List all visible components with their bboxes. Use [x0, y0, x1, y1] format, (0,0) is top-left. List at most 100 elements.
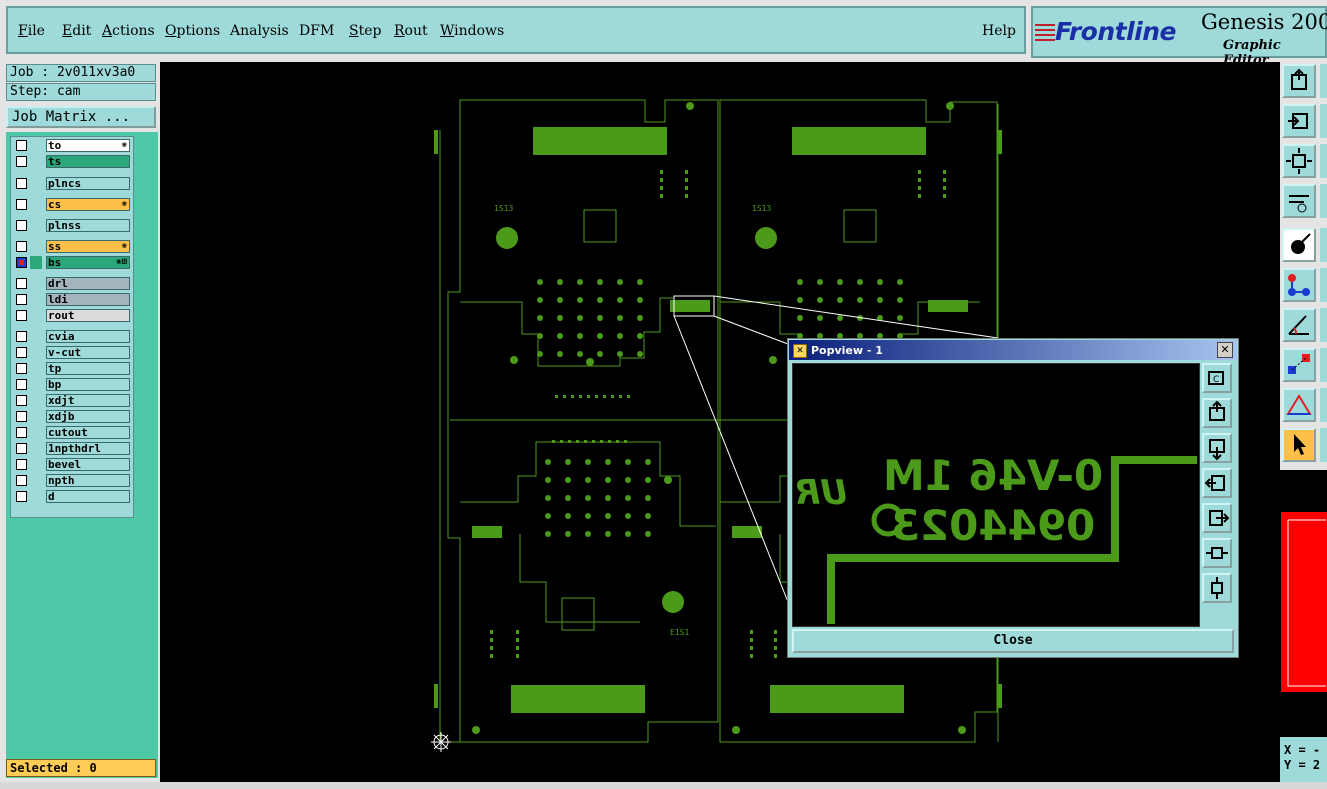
layer-checkbox[interactable]: [16, 411, 27, 422]
layer-row-drl[interactable]: drl: [14, 277, 132, 291]
layer-name[interactable]: d: [46, 490, 130, 503]
layer-row-cvia[interactable]: cvia: [14, 330, 132, 344]
popview-right-button[interactable]: [1202, 503, 1232, 533]
layer-checkbox[interactable]: [16, 443, 27, 454]
popview-left-button[interactable]: [1202, 468, 1232, 498]
layer-row-cutout[interactable]: cutout: [14, 426, 132, 440]
layer-name[interactable]: xdjt: [46, 394, 130, 407]
layer-name[interactable]: cs ❀: [46, 198, 130, 211]
layer-name[interactable]: cutout: [46, 426, 130, 439]
layer-row-to[interactable]: to ❀: [14, 139, 132, 153]
layer-checkbox[interactable]: [16, 278, 27, 289]
layer-row-cs[interactable]: cs ❀: [14, 198, 132, 212]
layer-checkbox[interactable]: [16, 475, 27, 486]
menu-step[interactable]: Step: [349, 23, 381, 39]
layer-checkbox[interactable]: [16, 220, 27, 231]
menu-options[interactable]: Options: [165, 23, 220, 39]
net-tool-button[interactable]: [1282, 268, 1316, 302]
layer-name[interactable]: bs ❀⊞: [46, 256, 130, 269]
overview-minimap[interactable]: [1280, 470, 1327, 735]
layer-name[interactable]: bevel: [46, 458, 130, 471]
layer-checkbox[interactable]: [16, 363, 27, 374]
layer-name[interactable]: plnss: [46, 219, 130, 232]
layer-name[interactable]: ss ❀: [46, 240, 130, 253]
measure-tool-button[interactable]: [1282, 184, 1316, 218]
menu-help[interactable]: Help: [982, 23, 1016, 39]
layer-name[interactable]: ldi: [46, 293, 130, 306]
layer-checkbox[interactable]: [16, 156, 27, 167]
popview-up-button[interactable]: [1202, 398, 1232, 428]
zoom-in-button[interactable]: [1282, 104, 1316, 138]
close-button[interactable]: Close: [792, 629, 1234, 653]
layer-row-npth[interactable]: npth: [14, 474, 132, 488]
menu-bar: File Edit Actions Options Analysis DFM S…: [0, 0, 1327, 68]
layer-checkbox[interactable]: [16, 178, 27, 189]
layer-attr-icon: ❀: [121, 140, 127, 150]
angle-tool-button[interactable]: [1282, 308, 1316, 342]
menu-windows[interactable]: Windows: [440, 23, 504, 39]
popview-expand-button[interactable]: [1202, 573, 1232, 603]
layer-checkbox[interactable]: [16, 241, 27, 252]
layer-name[interactable]: drl: [46, 277, 130, 290]
layer-checkbox[interactable]: [16, 257, 27, 268]
job-matrix-button[interactable]: Job Matrix ...: [6, 106, 156, 128]
toolbar-edge: [1320, 388, 1327, 422]
layer-row-rout[interactable]: rout: [14, 309, 132, 323]
menu-dfm[interactable]: DFM: [299, 23, 334, 39]
popview-canvas[interactable]: 0-V46 1M 0944023 UR: [792, 363, 1200, 627]
select-pad-button[interactable]: [1282, 228, 1316, 262]
layer-checkbox[interactable]: [16, 310, 27, 321]
layer-row-plncs[interactable]: plncs: [14, 177, 132, 191]
layer-checkbox[interactable]: [16, 347, 27, 358]
snap-tool-button[interactable]: [1282, 348, 1316, 382]
layer-name[interactable]: v-cut: [46, 346, 130, 359]
layer-name[interactable]: cvia: [46, 330, 130, 343]
menu-rout[interactable]: Rout: [394, 23, 428, 39]
layer-checkbox[interactable]: [16, 331, 27, 342]
layer-row-1npthdrl[interactable]: 1npthdrl: [14, 442, 132, 456]
layer-checkbox[interactable]: [16, 491, 27, 502]
layer-checkbox[interactable]: [16, 199, 27, 210]
popview-titlebar[interactable]: ✕ Popview - 1 ✕: [789, 340, 1237, 360]
layer-row-bevel[interactable]: bevel: [14, 458, 132, 472]
popview-zoom-button[interactable]: C: [1202, 363, 1232, 393]
layer-row-bs[interactable]: bs ❀⊞: [14, 256, 132, 270]
triangle-tool-button[interactable]: [1282, 388, 1316, 422]
layer-name[interactable]: bp: [46, 378, 130, 391]
pointer-tool-button[interactable]: [1282, 428, 1316, 462]
close-icon[interactable]: ✕: [1217, 342, 1233, 358]
layer-name[interactable]: 1npthdrl: [46, 442, 130, 455]
svg-text:C: C: [1213, 375, 1219, 385]
layer-row-ldi[interactable]: ldi: [14, 293, 132, 307]
layer-name[interactable]: xdjb: [46, 410, 130, 423]
layer-name[interactable]: ts: [46, 155, 130, 168]
popview-down-button[interactable]: [1202, 433, 1232, 463]
layer-row-v-cut[interactable]: v-cut: [14, 346, 132, 360]
fit-view-button[interactable]: [1282, 144, 1316, 178]
menu-file[interactable]: File: [18, 23, 45, 39]
layer-name[interactable]: rout: [46, 309, 130, 322]
layer-name[interactable]: tp: [46, 362, 130, 375]
layer-row-bp[interactable]: bp: [14, 378, 132, 392]
layer-checkbox[interactable]: [16, 395, 27, 406]
menu-actions[interactable]: Actions: [102, 23, 155, 39]
popview-fit-button[interactable]: [1202, 538, 1232, 568]
layer-name[interactable]: plncs: [46, 177, 130, 190]
layer-row-tp[interactable]: tp: [14, 362, 132, 376]
layer-row-ss[interactable]: ss ❀: [14, 240, 132, 254]
layer-row-d[interactable]: d: [14, 490, 132, 504]
layer-row-xdjt[interactable]: xdjt: [14, 394, 132, 408]
layer-checkbox[interactable]: [16, 459, 27, 470]
layer-checkbox[interactable]: [16, 379, 27, 390]
layer-row-ts[interactable]: ts: [14, 155, 132, 169]
layer-name[interactable]: to ❀: [46, 139, 130, 152]
layer-row-plnss[interactable]: plnss: [14, 219, 132, 233]
layer-row-xdjb[interactable]: xdjb: [14, 410, 132, 424]
zoom-home-button[interactable]: [1282, 64, 1316, 98]
layer-checkbox[interactable]: [16, 294, 27, 305]
menu-edit[interactable]: Edit: [62, 23, 91, 39]
layer-checkbox[interactable]: [16, 140, 27, 151]
layer-name[interactable]: npth: [46, 474, 130, 487]
layer-checkbox[interactable]: [16, 427, 27, 438]
menu-analysis[interactable]: Analysis: [230, 23, 289, 39]
